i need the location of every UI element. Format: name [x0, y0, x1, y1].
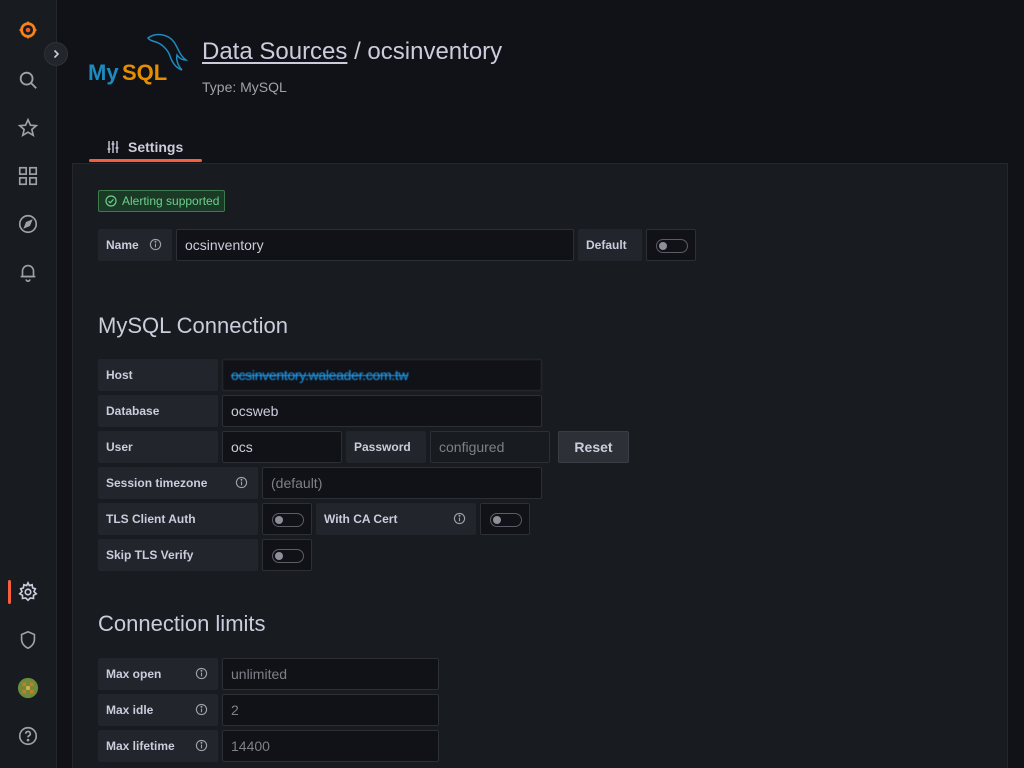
tab-settings-label: Settings — [128, 139, 184, 155]
password-input[interactable]: configured — [430, 431, 550, 463]
skip-tls-verify-switch[interactable] — [262, 539, 312, 571]
connection-limits-heading: Connection limits — [98, 611, 266, 636]
logo-text-my: My — [88, 60, 119, 85]
check-circle-icon — [105, 195, 117, 207]
user-label: User — [98, 431, 218, 463]
tls-client-auth-switch[interactable] — [262, 503, 312, 535]
info-icon[interactable] — [453, 512, 466, 525]
breadcrumb-separator: / — [347, 38, 368, 65]
max-lifetime-input[interactable]: 14400 — [222, 730, 439, 762]
avatar[interactable] — [14, 674, 42, 702]
max-idle-label: Max idle — [98, 694, 218, 726]
active-indicator — [8, 580, 11, 604]
info-icon[interactable] — [195, 667, 208, 680]
max-open-input[interactable]: unlimited — [222, 658, 439, 690]
skip-tls-verify-label: Skip TLS Verify — [98, 539, 258, 571]
session-timezone-label-text: Session timezone — [106, 476, 208, 490]
default-switch[interactable] — [646, 229, 696, 261]
info-icon[interactable] — [195, 703, 208, 716]
max-lifetime-label-text: Max lifetime — [106, 739, 175, 753]
max-idle-label-text: Max idle — [106, 703, 154, 717]
info-icon[interactable] — [149, 238, 162, 251]
mysql-connection-heading: MySQL Connection — [98, 313, 288, 338]
host-input[interactable]: ocsinventory.waleader.com.tw — [222, 359, 542, 391]
name-label: Name — [98, 229, 172, 261]
sidebar-expand-button[interactable] — [44, 42, 68, 66]
info-icon[interactable] — [195, 739, 208, 752]
with-ca-cert-label: With CA Cert — [316, 503, 476, 535]
grafana-logo-icon[interactable] — [14, 16, 42, 44]
reset-password-button[interactable]: Reset — [558, 431, 629, 463]
help-icon[interactable] — [14, 722, 42, 750]
host-label: Host — [98, 359, 218, 391]
default-label: Default — [578, 229, 642, 261]
max-open-label: Max open — [98, 658, 218, 690]
database-input[interactable]: ocsweb — [222, 395, 542, 427]
max-open-label-text: Max open — [106, 667, 162, 681]
alerting-icon[interactable] — [14, 258, 42, 286]
max-lifetime-label: Max lifetime — [98, 730, 218, 762]
dashboards-icon[interactable] — [14, 162, 42, 190]
star-icon[interactable] — [14, 114, 42, 142]
with-ca-cert-switch[interactable] — [480, 503, 530, 535]
alerting-supported-badge: Alerting supported — [98, 190, 226, 212]
session-timezone-input[interactable]: (default) — [262, 467, 542, 499]
database-label: Database — [98, 395, 218, 427]
mysql-logo: My SQL — [86, 30, 190, 86]
sliders-icon — [107, 141, 119, 153]
badge-label: Alerting supported — [122, 194, 220, 208]
with-ca-cert-toggle[interactable] — [490, 513, 522, 527]
skip-tls-verify-toggle[interactable] — [272, 549, 304, 563]
logo-text-sql: SQL — [122, 60, 167, 85]
default-toggle[interactable] — [656, 239, 688, 253]
chevron-right-icon — [53, 49, 60, 59]
explore-icon[interactable] — [14, 210, 42, 238]
tls-client-auth-label: TLS Client Auth — [98, 503, 258, 535]
tls-client-auth-toggle[interactable] — [272, 513, 304, 527]
configuration-icon[interactable] — [14, 578, 42, 606]
breadcrumb-data-sources[interactable]: Data Sources — [202, 38, 347, 65]
info-icon[interactable] — [235, 476, 248, 489]
datasource-type: Type: MySQL — [202, 79, 287, 95]
shield-icon[interactable] — [14, 626, 42, 654]
name-input[interactable]: ocsinventory — [176, 229, 574, 261]
password-label: Password — [346, 431, 426, 463]
user-input[interactable]: ocs — [222, 431, 342, 463]
session-timezone-label: Session timezone — [98, 467, 258, 499]
sidebar — [0, 0, 57, 768]
page-title: Data Sources / ocsinventory — [202, 38, 502, 66]
max-idle-input[interactable]: 2 — [222, 694, 439, 726]
search-icon[interactable] — [14, 66, 42, 94]
tab-active-underline — [89, 159, 202, 162]
datasource-name-title: ocsinventory — [367, 38, 503, 65]
name-label-text: Name — [106, 238, 139, 252]
with-ca-cert-label-text: With CA Cert — [324, 512, 398, 526]
